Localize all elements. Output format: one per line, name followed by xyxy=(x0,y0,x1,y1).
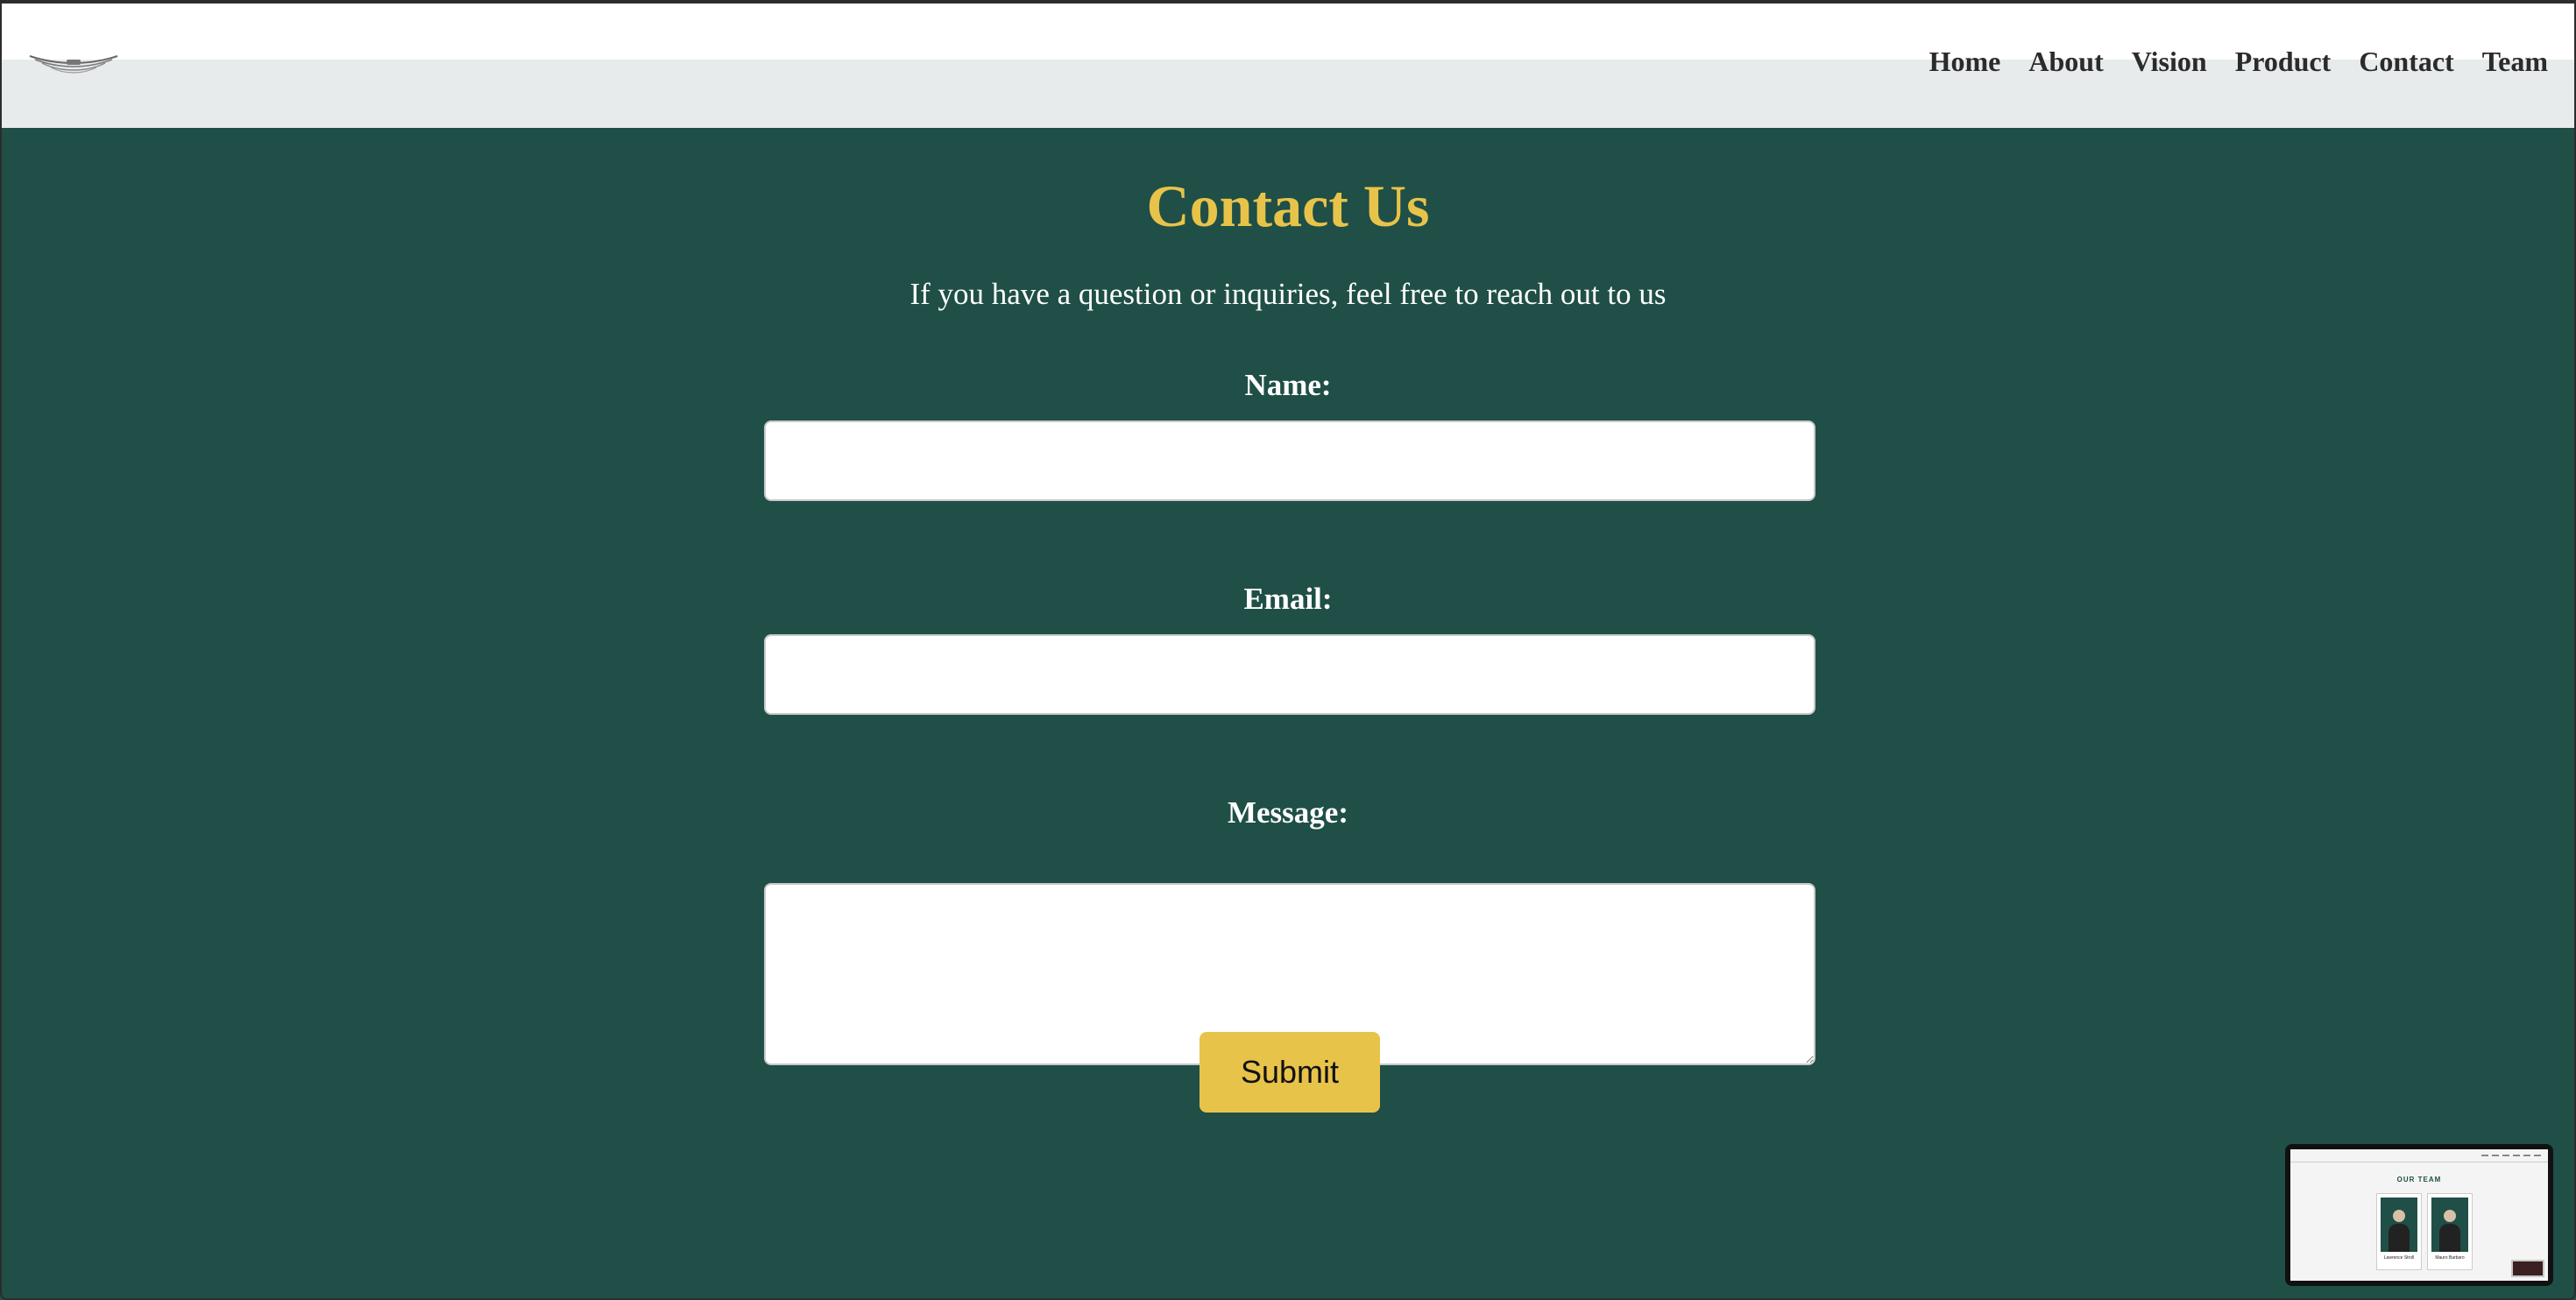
page-thumbnail-preview[interactable]: OUR TEAM Lawrence Stroll Mauro Barbaro xyxy=(2285,1144,2553,1286)
main-nav: Home About Vision Product Contact Team xyxy=(1929,46,2548,78)
page-subtitle: If you have a question or inquiries, fee… xyxy=(909,277,1667,311)
browser-viewport: Home About Vision Product Contact Team C… xyxy=(0,0,2576,1300)
nav-home[interactable]: Home xyxy=(1929,46,2001,78)
thumbnail-team-card: Mauro Barbaro xyxy=(2427,1193,2473,1270)
page-title: Contact Us xyxy=(1146,173,1430,239)
team-member-name: Mauro Barbaro xyxy=(2435,1255,2465,1261)
submit-button[interactable]: Submit xyxy=(1200,1032,1380,1113)
nav-team[interactable]: Team xyxy=(2482,46,2548,78)
thumbnail-nav xyxy=(2481,1155,2541,1156)
thumbnail-canvas: OUR TEAM Lawrence Stroll Mauro Barbaro xyxy=(2290,1149,2548,1281)
thumbnail-team-card: Lawrence Stroll xyxy=(2376,1193,2422,1270)
team-photo xyxy=(2431,1198,2468,1252)
nav-about[interactable]: About xyxy=(2028,46,2103,78)
name-label: Name: xyxy=(1244,368,1332,402)
nav-vision[interactable]: Vision xyxy=(2132,46,2207,78)
winged-logo-icon[interactable] xyxy=(28,51,119,77)
thumbnail-title: OUR TEAM xyxy=(2396,1176,2442,1183)
team-photo xyxy=(2381,1198,2417,1252)
nav-contact[interactable]: Contact xyxy=(2359,46,2453,78)
nav-product[interactable]: Product xyxy=(2235,46,2332,78)
team-member-name: Lawrence Stroll xyxy=(2383,1255,2415,1261)
email-field[interactable] xyxy=(764,634,1815,715)
thumbnail-car-image xyxy=(2511,1260,2544,1277)
email-label: Email: xyxy=(1243,582,1333,616)
message-label: Message: xyxy=(1227,795,1348,830)
name-field[interactable] xyxy=(764,420,1815,501)
